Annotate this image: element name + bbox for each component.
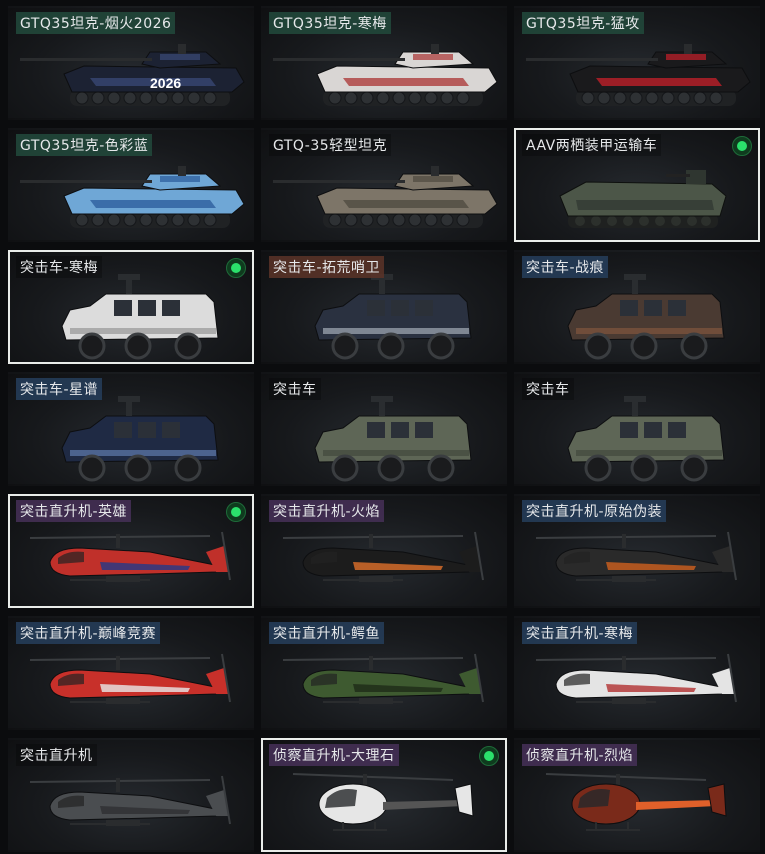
vehicle-skin-name: 突击直升机-火焰	[269, 500, 385, 522]
vehicle-skin-card[interactable]: 突击直升机-原始伪装	[514, 494, 760, 608]
vehicle-skin-name: 突击车	[522, 378, 574, 400]
vehicle-skin-card[interactable]: 突击直升机-火焰	[261, 494, 507, 608]
vehicle-skin-name: AAV两栖装甲运输车	[522, 134, 662, 156]
equipped-indicator-icon	[732, 136, 752, 156]
vehicle-skin-name: 突击直升机-巅峰竞赛	[16, 622, 161, 644]
equipped-indicator-icon	[226, 258, 246, 278]
vehicle-skin-name: 突击车-拓荒哨卫	[269, 256, 385, 278]
vehicle-skin-card[interactable]: GTQ-35轻型坦克	[261, 128, 507, 242]
vehicle-skin-card[interactable]: 突击直升机-巅峰竞赛	[8, 616, 254, 730]
vehicle-skin-name: 突击车-星谱	[16, 378, 103, 400]
vehicle-skin-card[interactable]: 突击车	[514, 372, 760, 486]
vehicle-skin-name: GTQ35坦克-猛攻	[522, 12, 644, 34]
vehicle-skin-name: 侦察直升机-大理石	[269, 744, 399, 766]
vehicle-skin-name: 突击直升机-原始伪装	[522, 500, 667, 522]
vehicle-skin-name: GTQ35坦克-烟火2026	[16, 12, 176, 34]
vehicle-skin-card[interactable]: GTQ35坦克-寒梅	[261, 6, 507, 120]
vehicle-skin-name: 侦察直升机-烈焰	[522, 744, 638, 766]
vehicle-skin-name: 突击直升机-寒梅	[522, 622, 638, 644]
vehicle-skin-card[interactable]: 突击车	[261, 372, 507, 486]
vehicle-skin-name: GTQ35坦克-寒梅	[269, 12, 391, 34]
vehicle-skin-card[interactable]: 突击车-拓荒哨卫	[261, 250, 507, 364]
vehicle-skin-card[interactable]: 突击直升机-英雄	[8, 494, 254, 608]
vehicle-skin-name: GTQ-35轻型坦克	[269, 134, 392, 156]
equipped-indicator-icon	[226, 502, 246, 522]
vehicle-skin-card[interactable]: GTQ35坦克-色彩蓝	[8, 128, 254, 242]
vehicle-skin-card[interactable]: 侦察直升机-大理石	[261, 738, 507, 852]
vehicle-skin-grid: 2026 GTQ35坦克-烟火2026 GTQ35坦克-寒梅 GTQ35坦克-猛…	[0, 0, 765, 854]
equipped-indicator-icon	[479, 746, 499, 766]
vehicle-skin-card[interactable]: 2026 GTQ35坦克-烟火2026	[8, 6, 254, 120]
vehicle-skin-card[interactable]: 突击车-战痕	[514, 250, 760, 364]
vehicle-skin-name: 突击直升机	[16, 744, 97, 766]
vehicle-skin-card[interactable]: GTQ35坦克-猛攻	[514, 6, 760, 120]
vehicle-skin-card[interactable]: 侦察直升机-烈焰	[514, 738, 760, 852]
vehicle-skin-name: 突击车	[269, 378, 321, 400]
vehicle-skin-name: GTQ35坦克-色彩蓝	[16, 134, 153, 156]
vehicle-skin-card[interactable]: 突击直升机	[8, 738, 254, 852]
svg-text:2026: 2026	[150, 75, 181, 91]
vehicle-skin-name: 突击直升机-鳄鱼	[269, 622, 385, 644]
vehicle-skin-name: 突击车-战痕	[522, 256, 609, 278]
vehicle-skin-name: 突击直升机-英雄	[16, 500, 132, 522]
vehicle-skin-card[interactable]: AAV两栖装甲运输车	[514, 128, 760, 242]
vehicle-skin-card[interactable]: 突击直升机-鳄鱼	[261, 616, 507, 730]
vehicle-skin-card[interactable]: 突击车-星谱	[8, 372, 254, 486]
vehicle-skin-card[interactable]: 突击车-寒梅	[8, 250, 254, 364]
vehicle-skin-card[interactable]: 突击直升机-寒梅	[514, 616, 760, 730]
vehicle-skin-name: 突击车-寒梅	[16, 256, 103, 278]
